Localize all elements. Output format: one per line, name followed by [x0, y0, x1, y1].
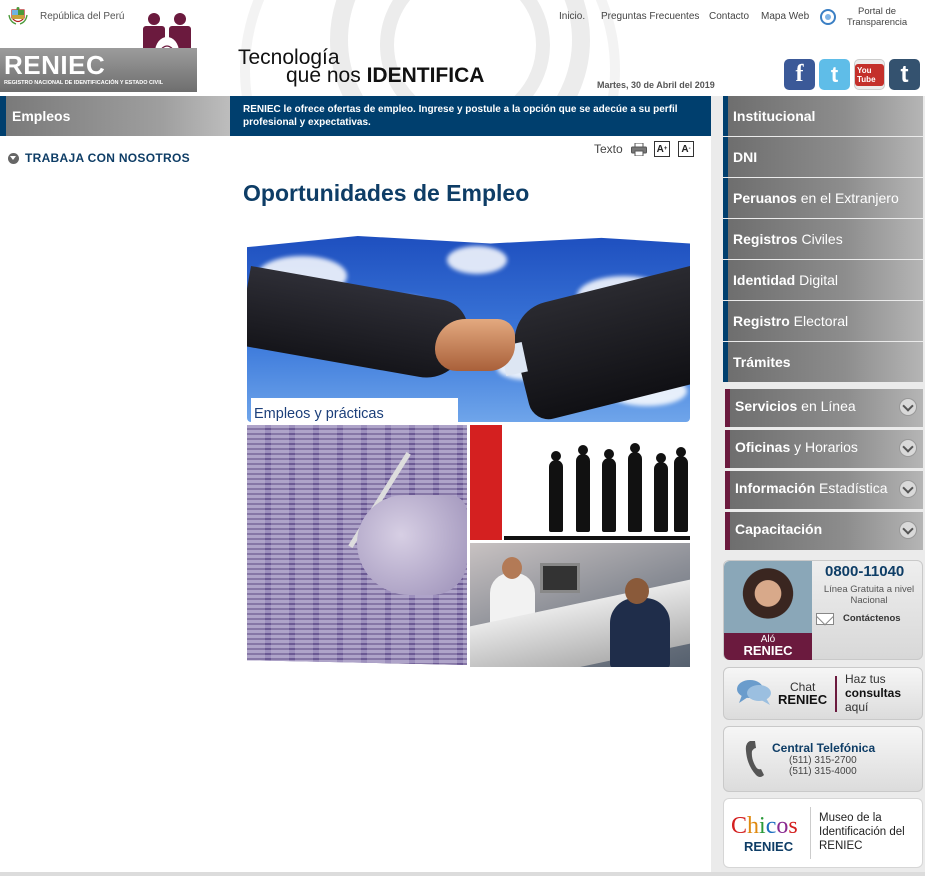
- tumblr-icon[interactable]: t: [889, 59, 920, 90]
- chat-bubbles-icon: [737, 680, 771, 705]
- sidebar-item-peruanos-extranjero[interactable]: Peruanos en el Extranjero: [723, 178, 923, 218]
- alo-reniec-label: Aló RENIEC: [724, 633, 812, 660]
- museo-text: Museo de la Identificación del RENIEC: [819, 812, 905, 852]
- footer-divider: [0, 872, 925, 876]
- site-header: República del Perú RENIEC REGISTRO NACIO…: [0, 0, 925, 96]
- divider: [835, 676, 837, 712]
- font-increase-button[interactable]: A +: [654, 141, 670, 157]
- chevron-down-icon: [899, 439, 917, 457]
- section-title: Empleos: [12, 108, 71, 124]
- chat-text-line3: aquí: [845, 700, 869, 714]
- sidebar-item-capacitacion[interactable]: Capacitación: [725, 512, 923, 550]
- sidebar-item-tramites[interactable]: Trámites: [723, 342, 923, 382]
- chat-text-line2: consultas: [845, 686, 902, 700]
- chevron-down-icon: [899, 480, 917, 498]
- chat-label-bottom: RENIEC: [778, 692, 828, 707]
- handshake-photo: Empleos y prácticas: [247, 236, 690, 422]
- nav-contacto-link[interactable]: Contacto: [709, 11, 749, 22]
- chicos-reniec-card[interactable]: Chicos RENIEC Museo de la Identificación…: [723, 798, 923, 868]
- central-title: Central Telefónica: [772, 741, 876, 755]
- page-title: Oportunidades de Empleo: [243, 180, 530, 206]
- nav-faq-link[interactable]: Preguntas Frecuentes: [601, 11, 699, 22]
- sidebar-item-servicios-en-linea[interactable]: Servicios en Línea: [725, 389, 923, 427]
- chat-reniec-card[interactable]: Chat RENIEC Haz tus consultas aquí: [723, 667, 923, 720]
- mail-icon: [816, 613, 834, 625]
- youtube-icon[interactable]: You Tube: [854, 59, 885, 90]
- twitter-icon[interactable]: t: [819, 59, 850, 90]
- sidebar-item-dni[interactable]: DNI: [723, 137, 923, 177]
- tagline-line2: que nos IDENTIFICA: [286, 64, 485, 87]
- contactenos-link[interactable]: Contáctenos: [843, 613, 901, 624]
- circle-arrow-down-icon: [8, 152, 19, 164]
- employment-collage-image: Empleos y prácticas: [243, 230, 693, 670]
- nav-inicio-link[interactable]: Inicio.: [559, 11, 585, 22]
- section-title-bar: Empleos: [0, 96, 230, 136]
- portal-transparencia-link[interactable]: Portal de Transparencia: [842, 6, 912, 28]
- chat-text-line1: Haz tus: [845, 672, 886, 686]
- logo-text: RENIEC: [4, 50, 106, 80]
- current-date: Martes, 30 de Abril del 2019: [597, 80, 715, 90]
- peru-crest-icon: [8, 7, 28, 25]
- operator-photo: [724, 561, 812, 633]
- sidebar-item-oficinas-horarios[interactable]: Oficinas y Horarios: [725, 430, 923, 468]
- print-icon[interactable]: [631, 143, 647, 156]
- classifieds-photo: [247, 425, 467, 665]
- alo-reniec-card[interactable]: Aló RENIEC 0800-11040 Línea Gratuita a n…: [723, 560, 923, 660]
- central-number-1: (511) 315-2700: [789, 755, 857, 766]
- sidebar-item-identidad-digital[interactable]: Identidad Digital: [723, 260, 923, 300]
- chevron-down-icon: [899, 521, 917, 539]
- chevron-down-icon: [899, 398, 917, 416]
- red-accent-block: [470, 425, 502, 540]
- hotline-description: Línea Gratuita a nivel Nacional: [823, 584, 915, 606]
- sidebar-item-informacion-estadistica[interactable]: Información Estadística: [725, 471, 923, 509]
- text-mode-link[interactable]: Texto: [594, 142, 623, 156]
- facebook-icon[interactable]: f: [784, 59, 815, 90]
- chicos-logo: Chicos: [731, 813, 798, 839]
- sidebar-item-institucional[interactable]: Institucional: [723, 96, 923, 136]
- queue-silhouettes-photo: [504, 425, 690, 540]
- intro-banner: RENIEC le ofrece ofertas de empleo. Ingr…: [230, 96, 711, 136]
- transparency-globe-icon[interactable]: [820, 9, 836, 25]
- trabaja-link-label: TRABAJA CON NOSOTROS: [25, 151, 190, 165]
- central-number-2: (511) 315-4000: [789, 766, 857, 777]
- logo-subtitle: REGISTRO NACIONAL DE IDENTIFICACIÓN Y ES…: [4, 80, 164, 86]
- sidebar-item-registros-civiles[interactable]: Registros Civiles: [723, 219, 923, 259]
- phone-handset-icon: [745, 741, 764, 777]
- font-decrease-button[interactable]: A-: [678, 141, 694, 157]
- image-caption-box: Empleos y prácticas: [251, 398, 458, 422]
- office-service-photo: [470, 543, 690, 667]
- hotline-number: 0800-11040: [825, 563, 905, 580]
- central-telefonica-card[interactable]: Central Telefónica (511) 315-2700 (511) …: [723, 726, 923, 792]
- sidebar-item-registro-electoral[interactable]: Registro Electoral: [723, 301, 923, 341]
- trabaja-con-nosotros-link[interactable]: TRABAJA CON NOSOTROS: [8, 151, 190, 165]
- nav-mapa-web-link[interactable]: Mapa Web: [761, 11, 809, 22]
- country-label: República del Perú: [40, 11, 125, 22]
- chicos-sub: RENIEC: [744, 839, 794, 854]
- divider: [810, 807, 811, 859]
- image-caption: Empleos y prácticas: [254, 406, 384, 422]
